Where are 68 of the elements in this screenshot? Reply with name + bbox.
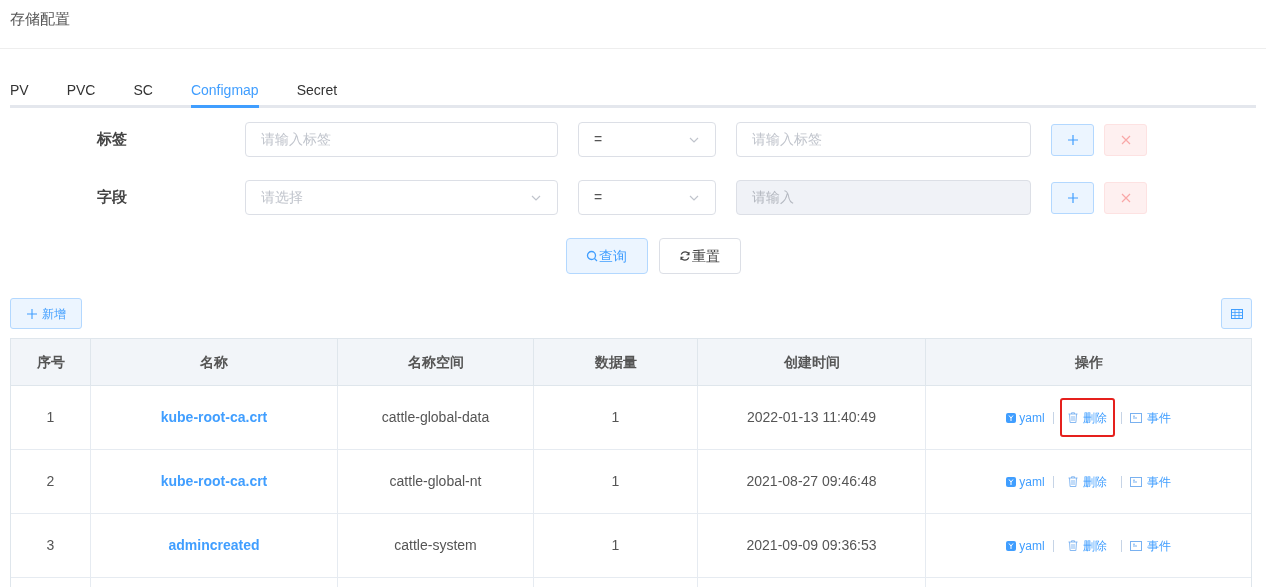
table-cell: 2021-09-09 09:36:53 [698, 514, 926, 577]
new-button[interactable]: 新增 [10, 298, 82, 329]
table-cell: 2021-08-27 09:46:48 [698, 450, 926, 513]
column-header: 序号 [11, 339, 91, 385]
tab[interactable]: Configmap [190, 76, 259, 108]
plus-icon [1066, 133, 1079, 146]
table-cell: 1 [534, 450, 698, 513]
add-button[interactable] [1051, 123, 1094, 156]
message-icon [1129, 540, 1142, 551]
column-header: 操作 [1073, 352, 1104, 372]
yaml-link[interactable]: yaml [1006, 408, 1045, 427]
trash-icon [1067, 412, 1078, 423]
operator-select[interactable]: = [578, 180, 716, 215]
yaml-icon [1006, 476, 1017, 487]
events-link[interactable]: 事件 [1129, 536, 1171, 555]
query-button[interactable]: 查询 [565, 238, 648, 274]
remove-button[interactable] [1104, 123, 1147, 156]
table-cell: 1 [534, 514, 698, 577]
reset-button[interactable]: 重置 [658, 238, 741, 274]
operator-select[interactable]: = [578, 122, 716, 157]
select-field[interactable]: 请选择 [245, 180, 558, 215]
plus-icon [26, 308, 37, 319]
tab[interactable]: PVC [66, 76, 96, 108]
yaml-icon [1006, 412, 1017, 423]
page-title: 存储配置 [10, 10, 70, 27]
tab[interactable]: SC [133, 76, 153, 108]
refresh-icon [679, 250, 691, 262]
delete-link[interactable]: 删除 [1059, 526, 1115, 565]
table-cell: cattle-global-nt [338, 450, 534, 513]
column-header: 数据量 [534, 339, 698, 385]
table-cell: 2022-01-13 11:40:49 [698, 386, 926, 449]
column-header: 名称空间 [338, 339, 534, 385]
yaml-link[interactable]: yaml [1006, 536, 1045, 555]
table-icon [1230, 308, 1243, 319]
add-button[interactable] [1051, 181, 1094, 214]
table-cell: 3 [11, 514, 91, 577]
filter-label: 字段 [97, 187, 128, 208]
events-link[interactable]: 事件 [1129, 408, 1171, 427]
input-field[interactable]: 请输入标签 [245, 122, 558, 157]
message-icon [1129, 412, 1142, 423]
plus-icon [1066, 191, 1079, 204]
table-cell: cattle-global-data [338, 386, 534, 449]
yaml-link[interactable]: yaml [1006, 472, 1045, 491]
table-cell: 1 [534, 386, 698, 449]
filter-label: 标签 [97, 129, 128, 150]
message-icon [1129, 476, 1142, 487]
delete-link[interactable]: 删除 [1059, 398, 1115, 437]
yaml-icon [1006, 540, 1017, 551]
column-header: 名称 [91, 339, 338, 385]
input-field[interactable]: 请输入标签 [736, 122, 1031, 157]
search-icon [586, 250, 598, 262]
tab[interactable]: Secret [296, 76, 338, 108]
remove-button[interactable] [1104, 181, 1147, 214]
events-link[interactable]: 事件 [1129, 472, 1171, 491]
close-icon [1120, 192, 1131, 203]
trash-icon [1067, 476, 1078, 487]
tab[interactable]: PV [10, 76, 29, 108]
name-link[interactable]: kube-root-ca.crt [91, 450, 338, 513]
delete-link[interactable]: 删除 [1059, 462, 1115, 501]
table-cell: 2 [11, 450, 91, 513]
name-link[interactable]: kube-root-ca.crt [91, 386, 338, 449]
name-link[interactable]: admincreated [91, 514, 338, 577]
table-cell: 1 [11, 386, 91, 449]
close-icon [1120, 134, 1131, 145]
column-settings-button[interactable] [1221, 298, 1252, 329]
table-cell: cattle-system [338, 514, 534, 577]
trash-icon [1067, 540, 1078, 551]
column-header: 创建时间 [698, 339, 926, 385]
